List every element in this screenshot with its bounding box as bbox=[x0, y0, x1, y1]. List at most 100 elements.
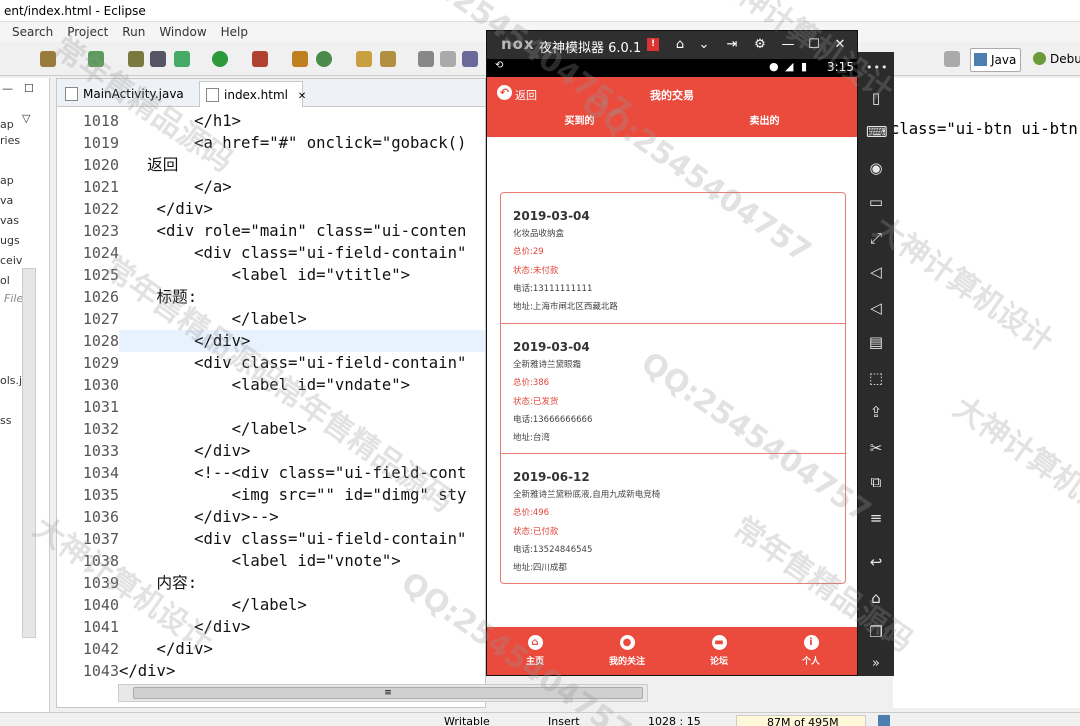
code-line[interactable]: <div class="ui-field-contain" bbox=[119, 528, 466, 550]
explorer-item[interactable]: ss bbox=[0, 414, 11, 427]
gear-icon[interactable]: ⚙ bbox=[751, 36, 769, 54]
code-line[interactable]: 内容: bbox=[119, 572, 198, 594]
scissors-icon[interactable]: ✂ bbox=[866, 438, 886, 458]
external-tools-icon[interactable] bbox=[252, 51, 268, 67]
new-package-icon[interactable] bbox=[292, 51, 308, 67]
open-folder-icon[interactable] bbox=[356, 51, 372, 67]
keyboard-icon[interactable]: ⌨ bbox=[866, 122, 888, 142]
nox-emulator-window[interactable]: nox 夜神模拟器 6.0.1 ! ⌂ ⌄ ⇥ ⚙ — ☐ ✕ ⟲ ● ◢ ▮ … bbox=[486, 30, 858, 676]
run-icon[interactable] bbox=[212, 51, 228, 67]
macro-icon[interactable]: ⬚ bbox=[866, 368, 886, 388]
horizontal-scrollbar[interactable]: ≡ bbox=[118, 684, 648, 702]
tab-sold[interactable]: 卖出的 bbox=[672, 107, 857, 137]
scrollbar-thumb[interactable]: ≡ bbox=[133, 687, 643, 699]
code-line[interactable]: </label> bbox=[119, 308, 307, 330]
vertical-scrollbar[interactable] bbox=[22, 268, 36, 638]
explorer-item[interactable]: ap bbox=[0, 118, 14, 131]
status-memory[interactable]: 87M of 495M bbox=[736, 715, 866, 726]
explorer-item[interactable]: ol bbox=[0, 274, 10, 287]
android-icon[interactable] bbox=[128, 51, 144, 67]
tab-bought[interactable]: 买到的 bbox=[487, 107, 672, 137]
menu-window[interactable]: Window bbox=[159, 25, 206, 39]
code-line[interactable]: <label id="vtitle"> bbox=[119, 264, 410, 286]
apk-install-icon[interactable]: ▤ bbox=[866, 332, 886, 352]
code-line[interactable]: <label id="vndate"> bbox=[119, 374, 410, 396]
chevron-down-icon[interactable]: ⌄ bbox=[695, 36, 713, 54]
minimize-icon[interactable]: — bbox=[2, 82, 13, 95]
code-line[interactable]: </a> bbox=[119, 176, 232, 198]
alert-icon[interactable]: ! bbox=[647, 38, 659, 51]
code-line[interactable]: </h1> bbox=[119, 110, 241, 132]
order-card[interactable]: 2019-03-04 全新雅诗兰黛眼霜 总价:386 状态:已发货 电话:1366666… bbox=[501, 323, 845, 453]
tab-index-html[interactable]: index.html ✕ bbox=[199, 81, 306, 107]
minimize-icon[interactable]: — bbox=[779, 36, 797, 54]
explorer-item[interactable]: ries bbox=[0, 134, 20, 147]
code-line[interactable]: <img src="" id="dimg" sty bbox=[119, 484, 467, 506]
volume-down-icon[interactable]: ◁ bbox=[866, 298, 886, 318]
code-line[interactable]: <a href="#" onclick="goback() bbox=[119, 132, 466, 154]
code-line[interactable]: 返回 bbox=[119, 154, 178, 176]
order-card[interactable]: 2019-03-04 化妆品收纳盒 总价:29 状态:未付款 电话:1311111111… bbox=[501, 193, 845, 323]
nav-item-0[interactable]: ⌂ 主页 bbox=[489, 627, 581, 675]
code-editor[interactable]: MainActivity.java index.html ✕ 1018 </h1… bbox=[56, 78, 486, 708]
maximize-icon[interactable]: ☐ bbox=[24, 82, 34, 95]
code-line[interactable]: </div> bbox=[119, 440, 250, 462]
code-line[interactable]: </div> bbox=[119, 198, 213, 220]
code-line[interactable]: <div class="ui-field-contain" bbox=[119, 242, 466, 264]
volume-up-icon[interactable]: ◁ bbox=[866, 262, 886, 282]
menu-search[interactable]: Search bbox=[12, 25, 53, 39]
tab-mainactivity[interactable]: MainActivity.java bbox=[59, 81, 199, 107]
maximize-icon[interactable]: ☐ bbox=[805, 36, 823, 54]
code-line[interactable]: </div> bbox=[119, 330, 250, 352]
home-icon[interactable]: ⌂ bbox=[671, 36, 689, 54]
list-icon[interactable] bbox=[418, 51, 434, 67]
tool-icon[interactable] bbox=[150, 51, 166, 67]
explorer-item[interactable]: File bbox=[4, 292, 23, 305]
explorer-item[interactable]: ceiv bbox=[0, 254, 22, 267]
nav-item-1[interactable]: ● 我的关注 bbox=[581, 627, 673, 675]
explorer-item[interactable]: ugs bbox=[0, 234, 20, 247]
code-line[interactable]: </div>--> bbox=[119, 506, 279, 528]
code-line[interactable]: <!--<div class="ui-field-cont bbox=[119, 462, 466, 484]
menu-run[interactable]: Run bbox=[122, 25, 145, 39]
shake-icon[interactable]: ▯ bbox=[866, 88, 886, 108]
code-line[interactable]: <label id="vnote"> bbox=[119, 550, 401, 572]
explorer-item[interactable]: vas bbox=[0, 214, 19, 227]
close-icon[interactable]: ✕ bbox=[831, 36, 849, 54]
open-perspective-icon[interactable] bbox=[944, 51, 960, 67]
menu-icon[interactable]: ≡ bbox=[866, 508, 886, 528]
code-line[interactable]: </div> bbox=[119, 638, 213, 660]
recent-apps-icon[interactable]: ❐ bbox=[866, 622, 886, 642]
explorer-item[interactable]: ols.j bbox=[0, 374, 22, 387]
location-icon[interactable]: ◉ bbox=[866, 158, 886, 178]
paragraph-icon[interactable] bbox=[440, 51, 456, 67]
code-line[interactable]: <div role="main" class="ui-conten bbox=[119, 220, 467, 242]
debug-icon[interactable] bbox=[174, 51, 190, 67]
code-line[interactable]: <div class="ui-field-contain" bbox=[119, 352, 466, 374]
code-line[interactable]: 标题: bbox=[119, 286, 198, 308]
screenshot-icon[interactable]: ⇪ bbox=[866, 402, 886, 422]
close-icon[interactable]: ✕ bbox=[298, 91, 306, 102]
code-line[interactable]: </div> bbox=[119, 616, 250, 638]
save-icon[interactable] bbox=[40, 51, 56, 67]
expand-icon[interactable]: » bbox=[866, 654, 886, 674]
new-class-icon[interactable] bbox=[316, 51, 332, 67]
menu-project[interactable]: Project bbox=[67, 25, 108, 39]
explorer-item[interactable]: va bbox=[0, 194, 13, 207]
gc-trash-icon[interactable] bbox=[878, 715, 890, 726]
nav-item-2[interactable]: ▬ 论坛 bbox=[673, 627, 765, 675]
edit-icon[interactable] bbox=[380, 51, 396, 67]
menu-help[interactable]: Help bbox=[221, 25, 248, 39]
code-line[interactable]: </label> bbox=[119, 594, 307, 616]
explorer-item[interactable]: ap bbox=[0, 174, 14, 187]
code-line[interactable]: </div> bbox=[119, 660, 175, 682]
collapse-icon[interactable]: ▽ bbox=[22, 112, 30, 125]
java-perspective-button[interactable]: Java bbox=[970, 48, 1022, 72]
nav-item-3[interactable]: i 个人 bbox=[765, 627, 857, 675]
fullscreen-icon[interactable]: ⤢ bbox=[866, 228, 886, 248]
more-icon[interactable]: ••• bbox=[866, 58, 887, 78]
checkbox-icon[interactable] bbox=[88, 51, 104, 67]
code-line[interactable]: </label> bbox=[119, 418, 307, 440]
order-card[interactable]: 2019-06-12 全新雅诗兰黛粉底液,自用九成新电竞椅 总价:496 状态:已付款… bbox=[501, 453, 845, 583]
search-tool-icon[interactable] bbox=[462, 51, 478, 67]
